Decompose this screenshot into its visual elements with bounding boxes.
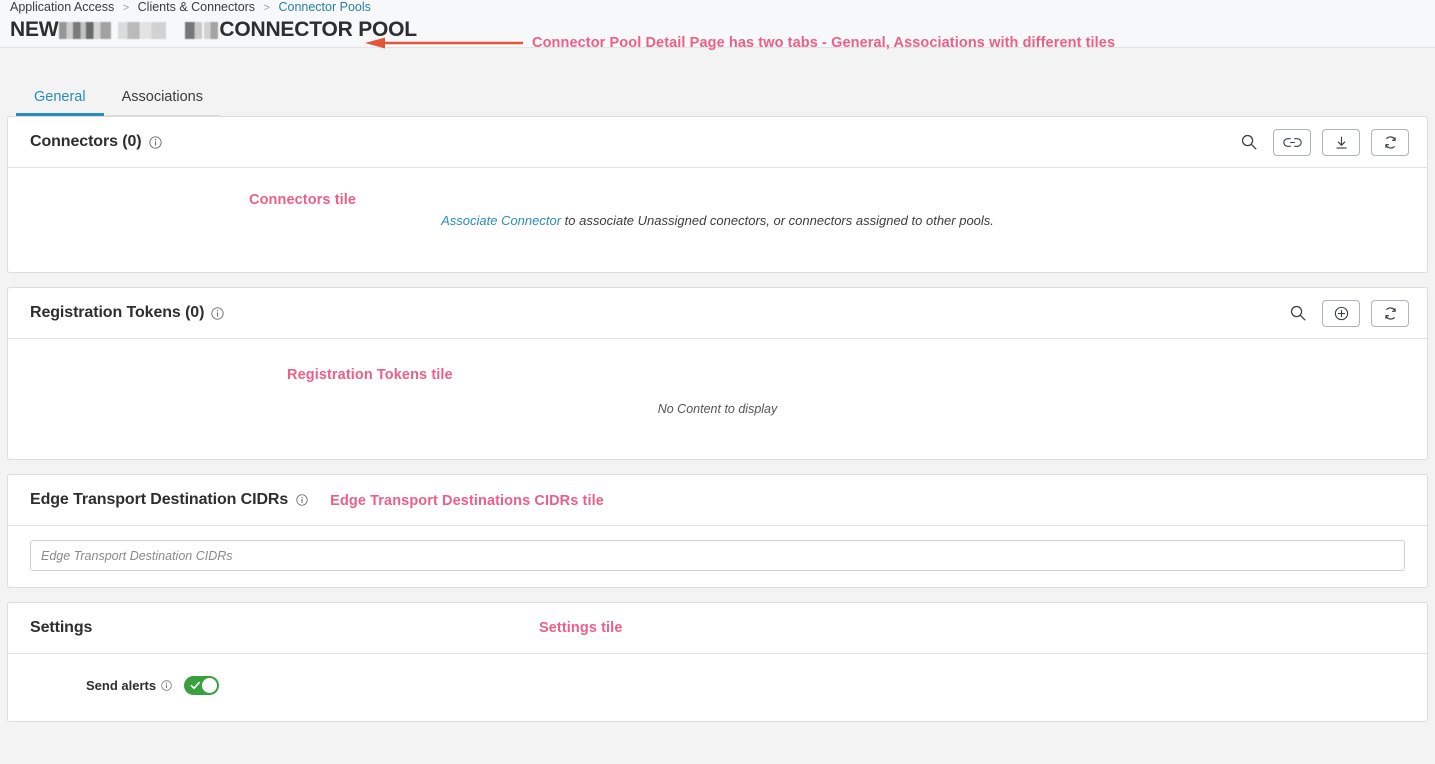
tile-settings-body: Send alerts bbox=[8, 654, 1427, 721]
tile-settings-title-text: Settings bbox=[30, 619, 92, 637]
tile-connectors-body: Connectors tile Associate Connector to a… bbox=[8, 168, 1427, 272]
annotation-header-note: Connector Pool Detail Page has two tabs … bbox=[532, 35, 1115, 51]
tile-registration-tokens-actions bbox=[1287, 300, 1409, 327]
tab-bar-divider bbox=[105, 115, 220, 116]
tile-connectors-title-text: Connectors (0) bbox=[30, 133, 142, 151]
refresh-icon bbox=[1382, 134, 1399, 151]
annotation-arrow-icon bbox=[365, 37, 525, 49]
search-icon[interactable] bbox=[1238, 131, 1260, 153]
send-alerts-label-text: Send alerts bbox=[86, 678, 156, 693]
add-registration-token-button[interactable] bbox=[1322, 300, 1360, 327]
main-content: Connectors (0) bbox=[0, 116, 1435, 722]
refresh-icon bbox=[1382, 305, 1399, 322]
breadcrumb: Application Access > Clients & Connector… bbox=[10, 0, 1435, 15]
breadcrumb-separator: > bbox=[264, 2, 270, 14]
tile-connectors-header: Connectors (0) bbox=[8, 117, 1427, 168]
associate-connector-link[interactable]: Associate Connector bbox=[441, 213, 561, 228]
tile-edge-transport-header: Edge Transport Destination CIDRs Edge Tr… bbox=[8, 475, 1427, 526]
annotation-registration-tokens-tile: Registration Tokens tile bbox=[287, 367, 453, 383]
tile-settings: Settings Settings tile Send alerts bbox=[7, 602, 1428, 722]
breadcrumb-item-application-access[interactable]: Application Access bbox=[10, 0, 114, 14]
link-icon bbox=[1283, 136, 1302, 149]
annotation-settings-tile: Settings tile bbox=[539, 620, 622, 636]
tile-edge-transport-title-text: Edge Transport Destination CIDRs bbox=[30, 491, 288, 509]
tile-edge-transport-cidrs: Edge Transport Destination CIDRs Edge Tr… bbox=[7, 474, 1428, 588]
tile-connectors-title: Connectors (0) bbox=[30, 133, 162, 151]
breadcrumb-separator: > bbox=[123, 2, 129, 14]
redacted-block bbox=[204, 22, 218, 39]
breadcrumb-item-connector-pools[interactable]: Connector Pools bbox=[278, 0, 370, 14]
tab-bar: General Associations bbox=[0, 68, 1435, 116]
tabs-container: General Associations bbox=[0, 68, 1435, 116]
tab-general-label: General bbox=[34, 89, 86, 105]
edge-transport-input-wrap bbox=[8, 526, 1427, 587]
tile-registration-tokens-header: Registration Tokens (0) bbox=[8, 288, 1427, 339]
tile-registration-tokens-title: Registration Tokens (0) bbox=[30, 304, 224, 322]
registration-tokens-empty-message: No Content to display bbox=[658, 402, 778, 416]
tile-connectors: Connectors (0) bbox=[7, 116, 1428, 273]
plus-circle-icon bbox=[1333, 305, 1350, 322]
redacted-block bbox=[185, 22, 202, 39]
annotation-connectors-tile: Connectors tile bbox=[249, 192, 356, 208]
associate-connector-button[interactable] bbox=[1273, 129, 1311, 156]
download-button[interactable] bbox=[1322, 129, 1360, 156]
annotation-edge-transport-tile: Edge Transport Destinations CIDRs tile bbox=[330, 493, 604, 509]
tile-connectors-actions bbox=[1238, 129, 1409, 156]
info-icon[interactable] bbox=[149, 136, 162, 149]
send-alerts-label: Send alerts bbox=[86, 678, 172, 693]
check-icon bbox=[190, 680, 201, 691]
page-header: Application Access > Clients & Connector… bbox=[0, 0, 1435, 48]
send-alerts-toggle[interactable] bbox=[184, 676, 219, 695]
page-title: NEW CONNECTOR POOL bbox=[10, 18, 417, 42]
tile-registration-tokens-body: Registration Tokens tile No Content to d… bbox=[8, 339, 1427, 459]
toggle-knob bbox=[202, 678, 217, 693]
tab-general[interactable]: General bbox=[16, 88, 104, 116]
tab-associations[interactable]: Associations bbox=[104, 88, 221, 116]
redacted-block bbox=[59, 22, 111, 39]
redacted-block bbox=[118, 22, 166, 39]
info-icon[interactable] bbox=[295, 494, 308, 507]
info-icon[interactable] bbox=[211, 307, 224, 320]
connectors-empty-message: Associate Connector to associate Unassig… bbox=[441, 213, 994, 228]
search-icon[interactable] bbox=[1287, 302, 1309, 324]
tile-registration-tokens: Registration Tokens (0) bbox=[7, 287, 1428, 460]
page-root: Application Access > Clients & Connector… bbox=[0, 0, 1435, 764]
connectors-empty-text: to associate Unassigned conectors, or co… bbox=[561, 213, 994, 228]
info-icon[interactable] bbox=[161, 680, 172, 691]
download-icon bbox=[1333, 135, 1350, 150]
page-title-prefix: NEW bbox=[10, 18, 58, 42]
refresh-button[interactable] bbox=[1371, 129, 1409, 156]
tile-settings-title: Settings bbox=[30, 619, 92, 637]
edge-transport-cidrs-input[interactable] bbox=[30, 540, 1405, 571]
breadcrumb-item-clients-connectors[interactable]: Clients & Connectors bbox=[138, 0, 255, 14]
tile-settings-header: Settings Settings tile bbox=[8, 603, 1427, 654]
refresh-button[interactable] bbox=[1371, 300, 1409, 327]
tab-associations-label: Associations bbox=[122, 89, 203, 105]
title-row: NEW CONNECTOR POOL Connector Pool Detail… bbox=[10, 18, 1435, 42]
tile-edge-transport-title: Edge Transport Destination CIDRs bbox=[30, 491, 308, 509]
tile-registration-tokens-title-text: Registration Tokens (0) bbox=[30, 304, 204, 322]
